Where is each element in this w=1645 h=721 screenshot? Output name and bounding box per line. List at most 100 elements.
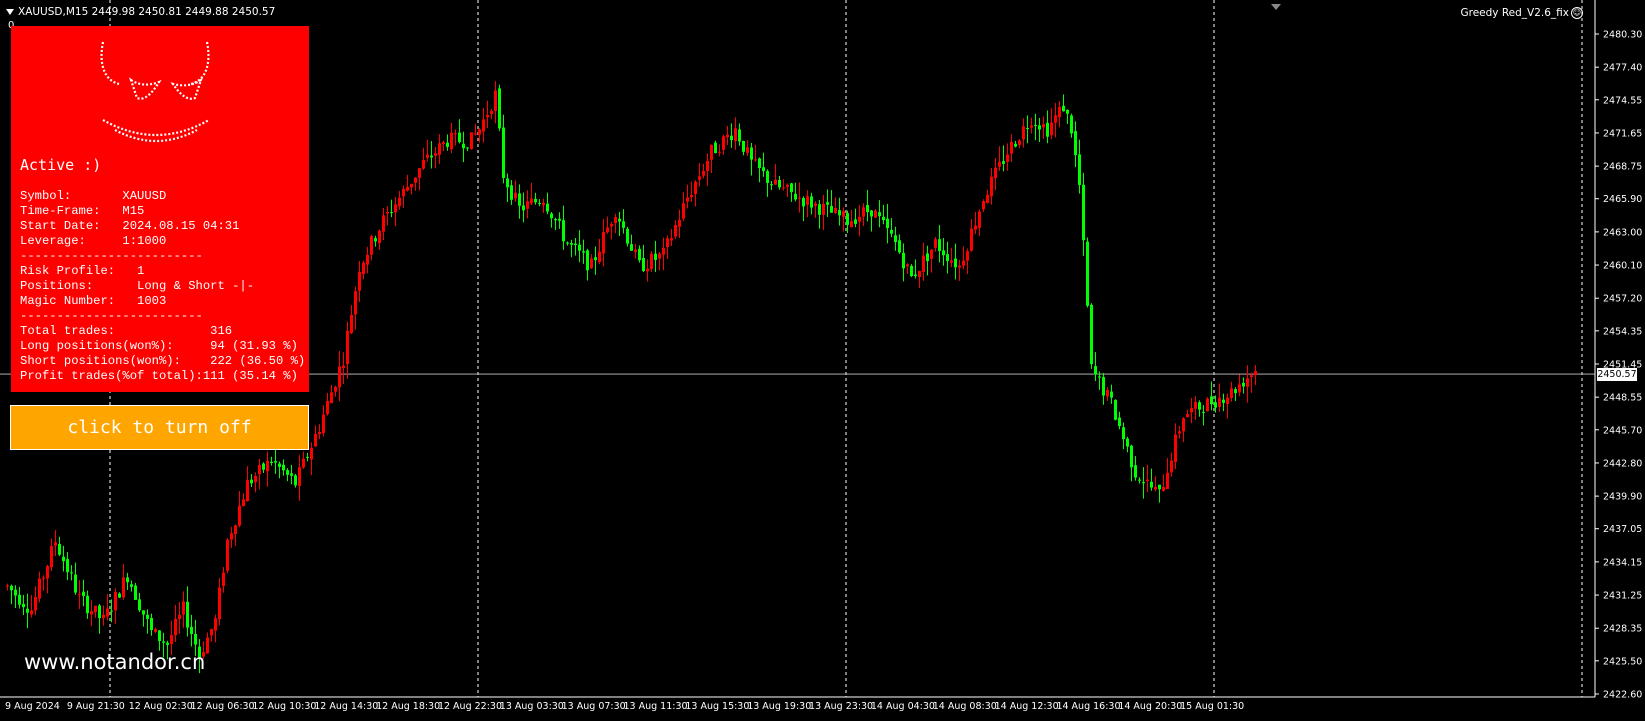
candle-body — [1138, 479, 1141, 481]
candle-body — [94, 605, 97, 613]
candle-body — [470, 132, 473, 150]
time-tick-label: 9 Aug 2024 — [5, 701, 60, 712]
candle-body — [626, 228, 629, 244]
candle-body — [1154, 486, 1157, 490]
candle-body — [1118, 417, 1121, 427]
smiley-icon[interactable]: ☺ — [1571, 7, 1583, 19]
price-tick-label: 2463.00 — [1603, 227, 1642, 238]
candle-body — [130, 584, 133, 587]
price-tick-label: 2468.75 — [1603, 162, 1642, 173]
candle-body — [22, 603, 25, 608]
expert-advisor-label[interactable]: Greedy Red_V2.6_fix ☺ — [1460, 7, 1583, 19]
candle-body — [326, 400, 329, 415]
candle-body — [758, 158, 761, 169]
candle-body — [830, 205, 833, 213]
candle-body — [878, 212, 881, 217]
candle-body — [1234, 389, 1237, 394]
candle-body — [654, 253, 657, 260]
candle-body — [766, 171, 769, 183]
candle-body — [782, 187, 785, 189]
candle-body — [854, 219, 857, 224]
candle-body — [230, 533, 233, 540]
price-tick-label: 2457.20 — [1603, 294, 1642, 305]
candle-body — [1070, 115, 1073, 134]
candle-body — [270, 461, 273, 464]
info-line: Time-Frame: M15 — [20, 204, 145, 218]
candle-body — [118, 593, 121, 598]
candle-body — [806, 196, 809, 205]
price-tick-label: 2428.35 — [1603, 624, 1642, 635]
candle-body — [882, 216, 885, 221]
candle-body — [122, 577, 125, 598]
candle-body — [446, 142, 449, 147]
candle-body — [962, 260, 965, 266]
candle-body — [382, 215, 385, 232]
candle-body — [222, 572, 225, 587]
candle-body — [1010, 141, 1013, 154]
candle-body — [1006, 154, 1009, 162]
candle-body — [374, 238, 377, 242]
info-line: Positions: Long & Short -|- — [20, 279, 255, 293]
info-line: Total trades: 316 — [20, 324, 233, 338]
candle-body — [30, 610, 33, 615]
candle-body — [686, 197, 689, 202]
price-tick-label: 2460.10 — [1603, 261, 1642, 272]
candle-body — [1178, 431, 1181, 434]
candle-body — [982, 201, 985, 210]
candle-body — [542, 202, 545, 206]
time-tick-label: 12 Aug 06:30 — [190, 701, 255, 712]
candle-body — [802, 198, 805, 207]
candle-body — [1126, 438, 1129, 447]
candle-body — [1250, 375, 1253, 378]
candle-body — [66, 559, 69, 573]
candle-body — [1058, 106, 1061, 118]
collapse-triangle-icon[interactable] — [6, 9, 14, 15]
turn-off-button[interactable]: click to turn off — [10, 405, 309, 450]
candle-body — [450, 132, 453, 150]
candle-body — [1218, 397, 1221, 407]
candle-body — [434, 153, 437, 156]
candle-body — [46, 566, 49, 579]
candle-body — [1002, 161, 1005, 164]
candle-body — [1186, 414, 1189, 418]
candle-body — [458, 132, 461, 143]
candle-body — [406, 186, 409, 191]
candle-body — [1194, 401, 1197, 409]
candle-body — [338, 366, 341, 388]
candle-body — [586, 250, 589, 271]
candle-body — [646, 268, 649, 272]
candle-body — [614, 216, 617, 224]
candle-body — [858, 216, 861, 222]
candle-body — [530, 198, 533, 204]
candle-body — [1222, 399, 1225, 403]
candle-body — [1214, 402, 1217, 408]
candle-body — [846, 213, 849, 225]
candle-body — [1034, 125, 1037, 127]
candle-body — [670, 238, 673, 241]
candle-body — [186, 601, 189, 628]
time-tick-label: 14 Aug 08:30 — [932, 701, 997, 712]
candle-body — [414, 177, 417, 183]
candle-body — [286, 470, 289, 475]
candle-body — [662, 247, 665, 255]
candle-body — [1242, 382, 1245, 387]
candle-body — [494, 90, 497, 111]
shift-marker-icon[interactable] — [1271, 4, 1281, 10]
candle-body — [126, 577, 129, 583]
candle-body — [990, 176, 993, 197]
candle-body — [290, 473, 293, 476]
candle-body — [794, 193, 797, 200]
candle-body — [930, 249, 933, 259]
candle-body — [242, 499, 245, 506]
candle-body — [142, 610, 145, 615]
candle-body — [958, 265, 961, 268]
time-tick-label: 14 Aug 16:30 — [1056, 701, 1121, 712]
candle-body — [1022, 126, 1025, 140]
symbol-line: XAUUSD,M15 2449.98 2450.81 2449.88 2450.… — [18, 6, 276, 18]
candle-body — [1042, 124, 1045, 128]
candle-body — [866, 205, 869, 213]
price-tick-label: 2437.05 — [1603, 524, 1642, 535]
candle-body — [514, 192, 517, 199]
candle-body — [366, 254, 369, 265]
candle-body — [14, 589, 17, 596]
